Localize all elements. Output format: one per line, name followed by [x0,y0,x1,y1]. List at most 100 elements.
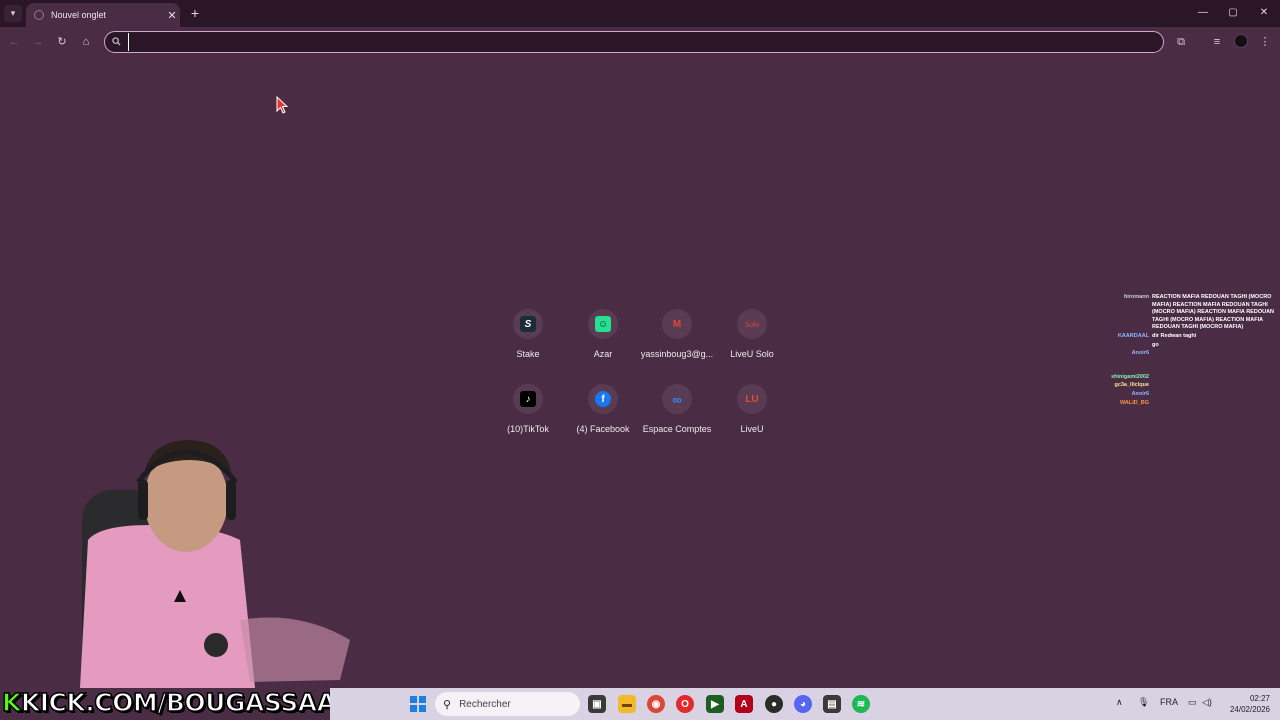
webcam-overlay [80,440,350,688]
chat-text [1152,400,1280,408]
shortcut-label: (4) Facebook [576,424,630,434]
shortcut-label: Espace Comptes [642,424,712,434]
shortcut-tile: Solo [737,309,767,339]
facebook-icon: f [595,391,611,407]
gmail-icon: M [672,318,682,330]
acrobat-icon[interactable]: A [735,695,753,713]
kick-channel-url: KICK.COM/BOUGASSAA [20,687,337,718]
new-tab-button[interactable]: + [187,4,203,22]
clock[interactable]: 02:27 24/02/2026 [1210,693,1270,715]
taskbar-search[interactable]: ⚲ Rechercher [435,692,580,716]
network-icon[interactable]: ▭ [1188,697,1197,708]
terminal-icon[interactable]: ▶ [706,695,724,713]
azar-icon: ☺ [595,316,611,332]
chevron-up-icon[interactable]: ∧ [1116,697,1123,708]
chat-username: KAARDAAL [1117,332,1149,339]
tab-new-tab[interactable]: Nouvel onglet ✕ [26,3,180,27]
chat-message [1094,359,1280,373]
shortcut-facebook[interactable]: f (4) Facebook [563,383,643,445]
stream-chat-overlay: hiromann REACTION MAFIA REDOUAN TAGHI (M… [1094,286,1280,436]
shortcut-tile: M [662,309,692,339]
kick-channel-banner: KKICK.COM/BOUGASSAA [1,687,337,718]
tab-close-icon[interactable]: ✕ [164,9,180,22]
chat-username: hiromann [1123,294,1149,300]
store-icon[interactable]: ▤ [823,695,841,713]
taskview-icon[interactable]: ▣ [588,695,606,713]
kick-logo: K [1,687,22,718]
mouse-cursor-icon [276,96,288,114]
close-window-button[interactable]: ✕ [1253,4,1275,22]
tab-search-button[interactable]: ▾ [4,5,22,22]
extensions-icon[interactable]: ⧉ [1172,33,1190,51]
shortcut-tiktok[interactable]: ♪ (10)TikTok [488,383,568,445]
shortcut-gmail[interactable]: M yassinboug3@g... [637,308,717,370]
meta-icon: ∞ [672,391,682,407]
chat-text [1152,350,1280,358]
shortcut-label: Stake [516,349,540,359]
shortcut-tile: f [588,384,618,414]
shortcut-label: LiveU [740,424,764,434]
windows-start-icon[interactable] [410,696,426,712]
windows-taskbar: ⚲ Rechercher ▣ ▬ ◉ O ▶ A ● ◕ ▤ ≋ ∧ 🎙︎ FR… [330,688,1280,720]
browser-toolbar: ← → ↻ ⌂ ⧉ ≡ ⋮ [0,27,1280,57]
shortcut-stake[interactable]: S Stake [488,308,568,370]
shortcut-azar[interactable]: ☺ Azar [563,308,643,370]
shortcut-tile: S [513,309,543,339]
tab-title: Nouvel onglet [51,10,107,20]
chat-text [1152,374,1280,382]
liveu-icon: LU [745,393,759,405]
spotify-icon[interactable]: ≋ [852,695,870,713]
menu-icon[interactable]: ⋮ [1256,33,1274,51]
chat-username: gc3a_lliclque [1114,382,1149,389]
shortcut-tile: ∞ [662,384,692,414]
shortcut-liveu-solo[interactable]: Solo LiveU Solo [712,308,792,370]
chat-text: go [1152,341,1159,348]
shortcut-label: LiveU Solo [730,349,774,359]
shortcut-label: yassinboug3@g... [640,349,714,359]
chat-message: KAARDAAL dir Redwan taghi [1094,333,1280,341]
media-controls-icon[interactable]: ≡ [1208,33,1226,51]
chat-username: Anoir6 [1131,390,1149,397]
search-icon [112,36,121,48]
maximize-button[interactable]: ▢ [1222,4,1244,22]
discord-icon[interactable]: ◕ [794,695,812,713]
search-icon: ⚲ [443,698,452,711]
microphone-icon[interactable]: 🎙︎ [1138,697,1149,708]
address-bar[interactable] [104,31,1164,53]
chrome-icon[interactable]: ◉ [647,695,665,713]
obs-icon[interactable]: ● [765,695,783,713]
chat-message: Anoir6 [1094,391,1280,399]
back-button[interactable]: ← [5,33,23,51]
explorer-icon[interactable]: ▬ [618,695,636,713]
liveu-solo-icon: Solo [744,319,760,329]
address-input[interactable] [128,33,1163,51]
shortcut-tile: LU [737,384,767,414]
chat-text: REACTION MAFIA REDOUAN TAGHI (MOCRO MAFI… [1152,294,1275,331]
shortcut-espace-comptes[interactable]: ∞ Espace Comptes [637,383,717,445]
chat-text: dir Redwan taghi [1152,332,1197,339]
minimize-button[interactable]: — [1192,4,1214,22]
shortcut-label: (10)TikTok [507,424,549,434]
home-button[interactable]: ⌂ [77,33,95,51]
chat-username [1094,342,1152,350]
shortcut-tile: ♪ [513,384,543,414]
opera-icon[interactable]: O [676,695,694,713]
reload-button[interactable]: ↻ [53,33,71,51]
shortcut-liveu[interactable]: LU LiveU [712,383,792,445]
tab-strip: ▾ Nouvel onglet ✕ + — ▢ ✕ [0,0,1280,27]
chat-message: gc3a_lliclque [1094,382,1280,390]
chat-message: hiromann REACTION MAFIA REDOUAN TAGHI (M… [1094,294,1280,332]
profile-avatar[interactable] [1234,34,1248,48]
forward-button[interactable]: → [29,33,47,51]
chat-username: WALID_BG [1119,399,1149,406]
shortcut-tile: ☺ [588,309,618,339]
globe-icon [34,10,44,20]
shortcut-label: Azar [593,349,613,359]
language-indicator[interactable]: FRA [1160,697,1178,707]
chat-message: Anoir6 [1094,350,1280,358]
clock-time: 02:27 [1249,694,1270,703]
chat-text [1152,391,1280,399]
chat-message: go [1094,342,1280,350]
chat-username [1094,359,1152,373]
chat-username: Anoir6 [1131,350,1149,357]
